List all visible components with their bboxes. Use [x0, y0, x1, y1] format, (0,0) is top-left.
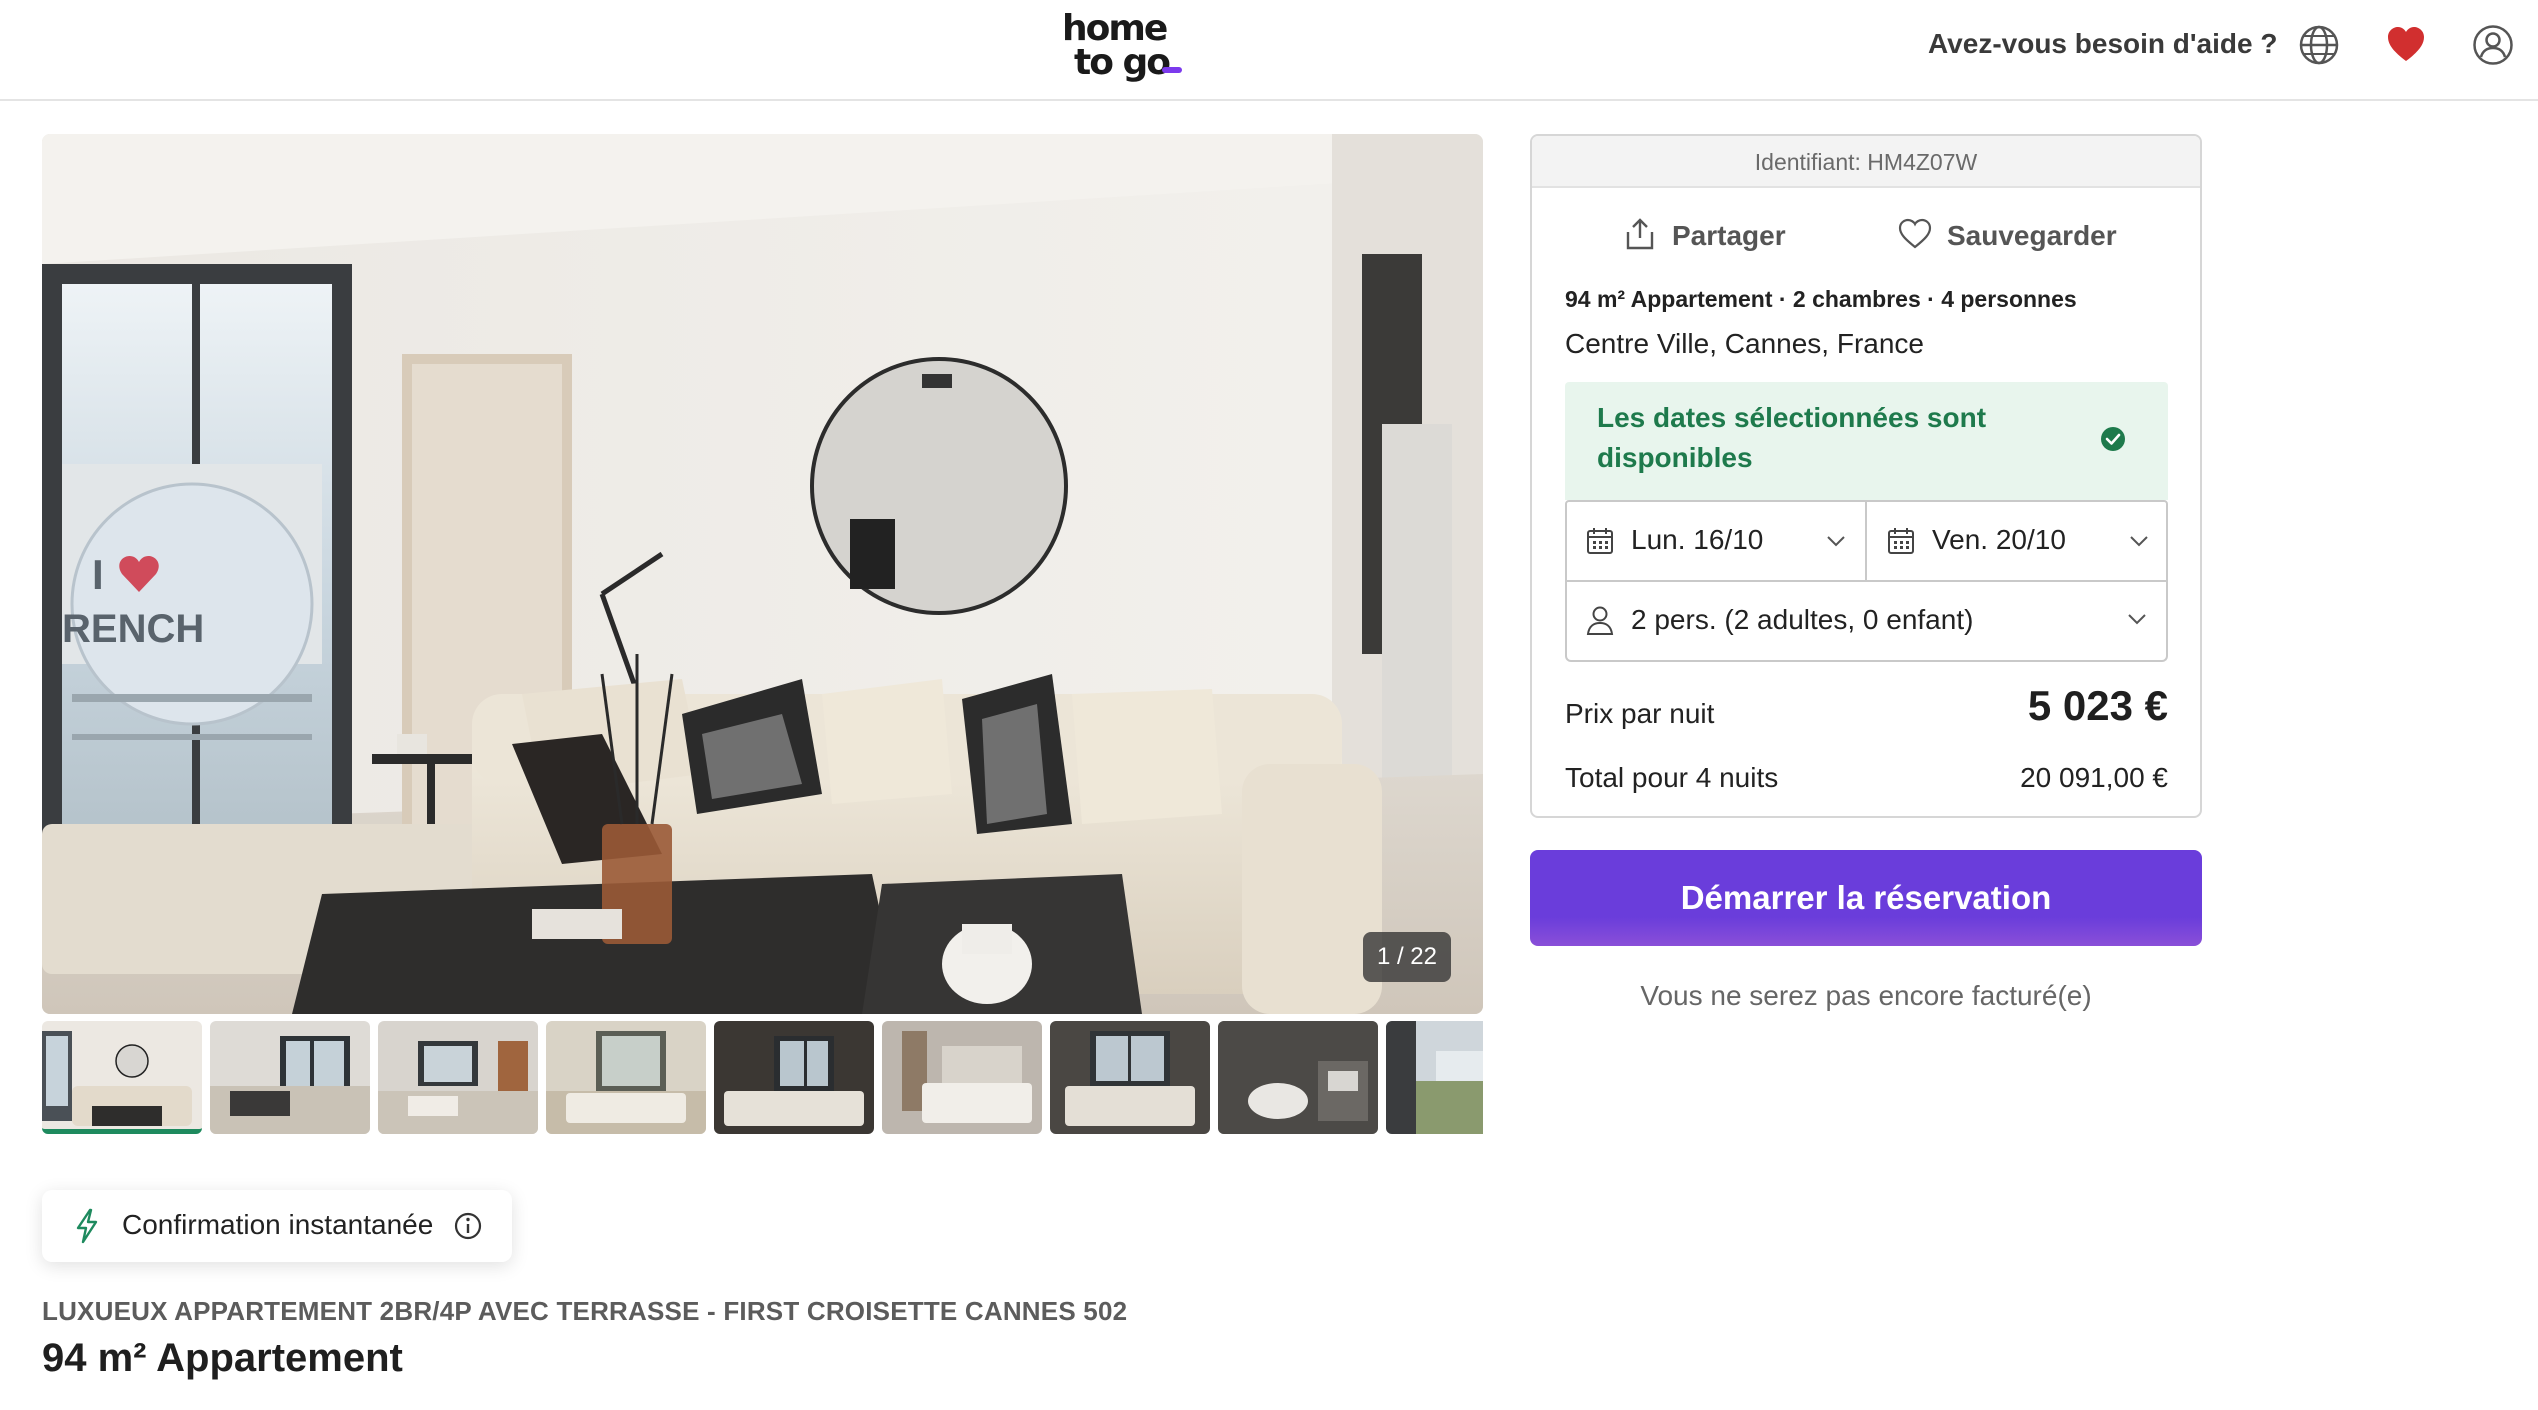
listing-title: 94 m² Appartement — [42, 1336, 403, 1380]
thumbnail-3[interactable] — [378, 1021, 538, 1134]
logo-text-togo: to go — [1074, 42, 1171, 83]
thumbnail-4[interactable] — [546, 1021, 706, 1134]
date-selector: Lun. 16/10 Ven. 20/10 — [1565, 500, 2168, 582]
nightly-price-value: 5 023 € — [2027, 682, 2168, 729]
calendar-icon — [1587, 528, 1613, 554]
thumbnail-9[interactable] — [1386, 1021, 1483, 1134]
info-icon[interactable] — [452, 1210, 484, 1242]
checkin-date-value: Lun. 16/10 — [1631, 524, 1764, 555]
thumbnail-image — [1050, 1021, 1210, 1134]
checkout-date-field[interactable]: Ven. 20/10 — [1868, 502, 2168, 580]
guests-value: 2 pers. (2 adultes, 0 enfant) — [1631, 604, 1974, 635]
checkin-date-field[interactable]: Lun. 16/10 — [1567, 502, 1867, 580]
thumbnail-7[interactable] — [1050, 1021, 1210, 1134]
photo-counter: 1 / 22 — [1362, 932, 1451, 982]
thumbnail-strip — [42, 1021, 1483, 1134]
lightning-icon — [76, 1208, 98, 1244]
thumbnail-5[interactable] — [714, 1021, 874, 1134]
heart-icon[interactable] — [2385, 24, 2427, 66]
thumbnail-6[interactable] — [882, 1021, 1042, 1134]
share-icon — [1626, 218, 1654, 250]
thumbnail-1[interactable] — [42, 1021, 202, 1134]
checkout-date-value: Ven. 20/10 — [1932, 524, 2066, 555]
not-charged-note: Vous ne serez pas encore facturé(e) — [1640, 980, 2092, 1011]
availability-banner: Les dates sélectionnées sont disponibles — [1565, 382, 2168, 500]
listing-identifier: Identifiant: HM4Z07W — [1532, 136, 2200, 188]
thumbnail-2[interactable] — [210, 1021, 370, 1134]
guests-selector[interactable]: 2 pers. (2 adultes, 0 enfant) — [1565, 582, 2168, 662]
svg-text:RENCH: RENCH — [62, 607, 204, 651]
check-circle-icon — [2101, 427, 2125, 451]
globe-icon[interactable] — [2298, 24, 2340, 66]
property-summary: 94 m² Appartement · 2 chambres · 4 perso… — [1565, 286, 2077, 312]
availability-text: Les dates sélectionnées sont disponibles — [1597, 402, 1987, 473]
thumbnail-image — [210, 1021, 370, 1134]
heart-outline-icon — [1898, 218, 1932, 249]
user-icon[interactable] — [2472, 24, 2514, 66]
calendar-icon — [1888, 528, 1914, 554]
living-room-photo: I RENCH — [42, 134, 1483, 1014]
hometogo-logo[interactable]: home to go — [1062, 8, 1182, 83]
share-label: Partager — [1672, 220, 1786, 251]
chevron-down-icon — [1827, 536, 1845, 547]
instant-confirmation-label: Confirmation instantanée — [122, 1209, 434, 1240]
thumbnail-image — [714, 1021, 874, 1134]
thumbnail-image — [546, 1021, 706, 1134]
booking-card: Identifiant: HM4Z07W Partager Sauvegarde… — [1530, 134, 2202, 818]
nightly-price-label: Prix par nuit — [1565, 698, 1715, 729]
top-header: home to go Avez-vous besoin d'aide ? — [0, 0, 2538, 101]
svg-text:I: I — [92, 551, 104, 598]
thumbnail-image — [1386, 1021, 1483, 1134]
thumbnail-image — [1218, 1021, 1378, 1134]
total-price-row: Total pour 4 nuits 20 091,00 € — [1565, 762, 2168, 802]
instant-confirmation-badge: Confirmation instantanée — [42, 1190, 512, 1262]
logo-accent — [1162, 67, 1182, 73]
listing-subtitle: LUXUEUX APPARTEMENT 2BR/4P AVEC TERRASSE… — [42, 1296, 1128, 1326]
thumbnail-image — [378, 1021, 538, 1134]
start-booking-button[interactable]: Démarrer la réservation — [1530, 850, 2202, 946]
help-link[interactable]: Avez-vous besoin d'aide ? — [1928, 28, 2277, 60]
person-icon — [1586, 606, 1614, 635]
save-label: Sauvegarder — [1947, 220, 2117, 251]
property-location: Centre Ville, Cannes, France — [1565, 328, 1924, 359]
thumbnail-image — [42, 1021, 202, 1129]
nightly-price-row: Prix par nuit 5 023 € — [1565, 680, 2168, 740]
thumbnail-8[interactable] — [1218, 1021, 1378, 1134]
logo-text-home: home — [1062, 8, 1168, 49]
total-price-value: 20 091,00 € — [2020, 762, 2168, 793]
main-listing-photo[interactable]: I RENCH 1 / 22 — [42, 134, 1483, 1014]
chevron-down-icon — [2128, 614, 2146, 625]
thumbnail-image — [882, 1021, 1042, 1134]
total-price-label: Total pour 4 nuits — [1565, 762, 1779, 793]
chevron-down-icon — [2130, 536, 2148, 547]
